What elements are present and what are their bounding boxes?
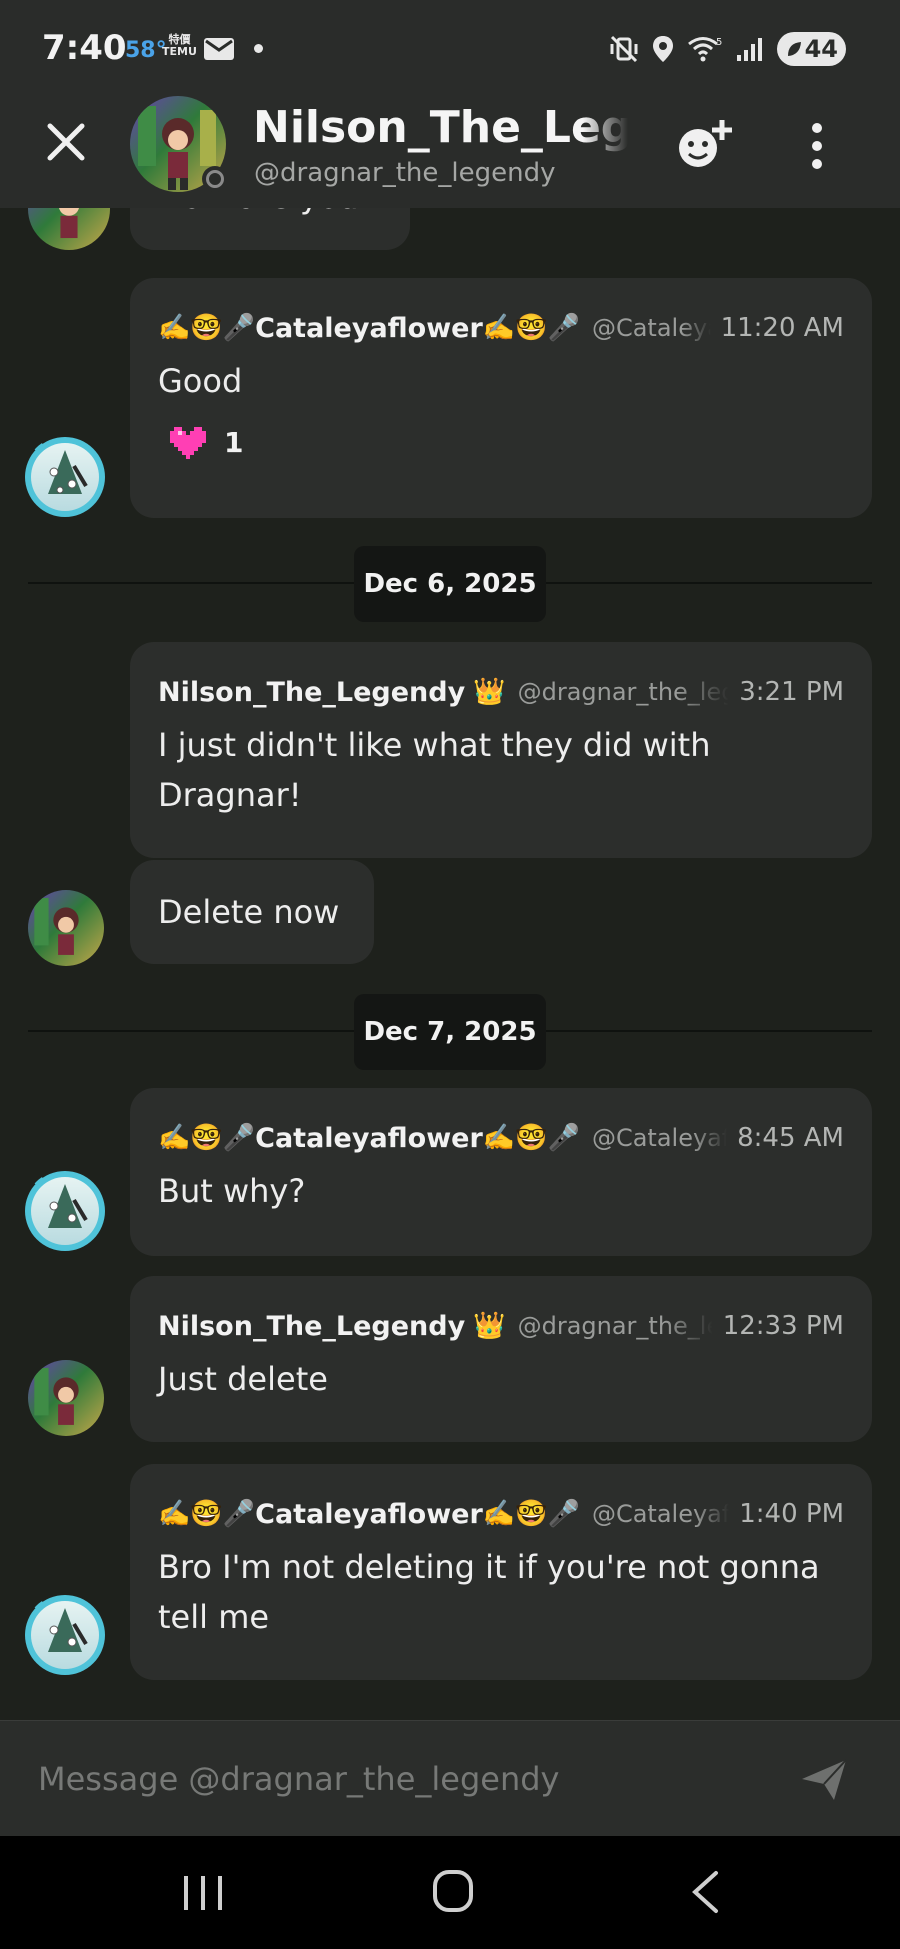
message-bubble[interactable]: Nilson_The_Legendy 👑 @dragnar_the_legend… bbox=[130, 1276, 872, 1442]
date-label: Dec 6, 2025 bbox=[354, 546, 546, 622]
author-emoji-prefix: ✍️🤓🎤 bbox=[158, 1499, 256, 1529]
offline-status-icon bbox=[202, 166, 228, 192]
message-composer bbox=[0, 1720, 900, 1836]
battery-indicator: 44 bbox=[776, 32, 846, 66]
message-list[interactable]: How are you? ✍️🤓🎤 Cataleyaflower ✍️🤓🎤 @C… bbox=[0, 208, 900, 1720]
crown-icon: 👑 bbox=[473, 1311, 506, 1341]
message-input[interactable] bbox=[38, 1751, 758, 1807]
message-text: Bro I'm not deleting it if you're not go… bbox=[158, 1548, 820, 1636]
author-emoji-suffix: ✍️🤓🎤 bbox=[482, 1499, 580, 1529]
system-nav-bar bbox=[0, 1836, 900, 1949]
avatar[interactable] bbox=[28, 1360, 104, 1436]
message-author[interactable]: Cataleyaflower bbox=[255, 1499, 483, 1530]
home-icon[interactable] bbox=[433, 1870, 473, 1912]
status-time: 7:40 bbox=[42, 28, 127, 68]
message-time: 11:20 AM bbox=[720, 313, 844, 343]
temu-notification-icon: 特價 TEMU bbox=[162, 33, 197, 58]
message-bubble[interactable]: ✍️🤓🎤 Cataleyaflower ✍️🤓🎤 @Cataleyaflower… bbox=[130, 278, 872, 518]
message-handle: @dragnar_the_legendy bbox=[517, 1312, 713, 1340]
crown-icon: 👑 bbox=[473, 677, 506, 707]
message-text: Just delete bbox=[158, 1360, 328, 1398]
battery-saver-icon bbox=[787, 42, 801, 56]
message-header: ✍️🤓🎤 Cataleyaflower ✍️🤓🎤 @Cataleyaflower… bbox=[158, 1494, 844, 1534]
message-handle: @Cataleyaflower bbox=[591, 1500, 730, 1528]
status-bar: 7:40 58° 特價 TEMU 5 44 bbox=[0, 0, 900, 96]
avatar[interactable] bbox=[28, 890, 104, 966]
more-vertical-icon[interactable] bbox=[800, 116, 834, 176]
heart-icon bbox=[170, 426, 206, 459]
message-handle: @Cataleyaflower bbox=[591, 1124, 728, 1152]
message-text: Good bbox=[158, 362, 243, 400]
signal-icon bbox=[736, 38, 762, 61]
wifi-icon: 5 bbox=[687, 37, 722, 62]
message-text: But why? bbox=[158, 1172, 306, 1210]
message-author[interactable]: Cataleyaflower bbox=[255, 1123, 483, 1154]
author-emoji-suffix: ✍️🤓🎤 bbox=[482, 1123, 580, 1153]
send-icon[interactable] bbox=[800, 1757, 850, 1803]
avatar[interactable] bbox=[24, 1594, 106, 1676]
message-text: How are you? bbox=[158, 208, 382, 222]
reaction-count: 1 bbox=[224, 426, 244, 459]
author-emoji-prefix: ✍️🤓🎤 bbox=[158, 313, 256, 343]
header-handle: @dragnar_the_legendy bbox=[254, 158, 556, 188]
message-time: 3:21 PM bbox=[739, 677, 844, 707]
location-icon bbox=[652, 36, 673, 62]
date-label: Dec 7, 2025 bbox=[354, 994, 546, 1070]
back-icon[interactable] bbox=[690, 1870, 720, 1914]
message-bubble[interactable]: ✍️🤓🎤 Cataleyaflower ✍️🤓🎤 @Cataleyaflower… bbox=[130, 1464, 872, 1680]
weather-temperature: 58° bbox=[125, 38, 167, 63]
message-header: ✍️🤓🎤 Cataleyaflower ✍️🤓🎤 @Cataleyaflower… bbox=[158, 308, 844, 348]
message-author[interactable]: Nilson_The_Legendy bbox=[158, 677, 465, 708]
message-time: 8:45 AM bbox=[737, 1123, 844, 1153]
dot-icon bbox=[254, 44, 263, 53]
author-emoji-prefix: ✍️🤓🎤 bbox=[158, 1123, 256, 1153]
message-header: Nilson_The_Legendy 👑 @dragnar_the_legend… bbox=[158, 1306, 844, 1346]
avatar[interactable] bbox=[28, 208, 110, 250]
svg-text:5: 5 bbox=[716, 37, 722, 48]
message-bubble[interactable]: Nilson_The_Legendy 👑 @dragnar_the_legend… bbox=[130, 642, 872, 858]
avatar[interactable] bbox=[24, 1170, 106, 1252]
message-header: ✍️🤓🎤 Cataleyaflower ✍️🤓🎤 @Cataleyaflower… bbox=[158, 1118, 844, 1158]
message-bubble[interactable]: Delete now bbox=[130, 860, 374, 964]
message-bubble[interactable]: How are you? bbox=[130, 208, 410, 250]
page-title[interactable]: Nilson_The_Legendy bbox=[253, 102, 628, 156]
mute-vibrate-icon bbox=[610, 35, 638, 63]
mail-icon bbox=[204, 38, 234, 60]
message-handle: @Cataleyaflower bbox=[591, 314, 711, 342]
message-text: I just didn't like what they did with Dr… bbox=[158, 726, 711, 814]
message-handle: @dragnar_the_legendy bbox=[517, 678, 730, 706]
add-friend-icon[interactable] bbox=[672, 114, 736, 174]
recent-apps-icon[interactable] bbox=[182, 1874, 224, 1912]
status-icons: 5 44 bbox=[609, 30, 846, 68]
message-author[interactable]: Cataleyaflower bbox=[255, 313, 483, 344]
close-icon[interactable] bbox=[42, 118, 90, 166]
message-text: Delete now bbox=[158, 893, 340, 931]
author-emoji-suffix: ✍️🤓🎤 bbox=[482, 313, 580, 343]
dm-header: Nilson_The_Legendy @dragnar_the_legendy bbox=[0, 96, 900, 208]
message-time: 1:40 PM bbox=[739, 1499, 844, 1529]
message-time: 12:33 PM bbox=[722, 1311, 844, 1341]
reaction[interactable]: 1 bbox=[170, 426, 243, 459]
avatar[interactable] bbox=[24, 436, 106, 518]
message-author[interactable]: Nilson_The_Legendy bbox=[158, 1311, 465, 1342]
message-bubble[interactable]: ✍️🤓🎤 Cataleyaflower ✍️🤓🎤 @Cataleyaflower… bbox=[130, 1088, 872, 1256]
message-header: Nilson_The_Legendy 👑 @dragnar_the_legend… bbox=[158, 672, 844, 712]
